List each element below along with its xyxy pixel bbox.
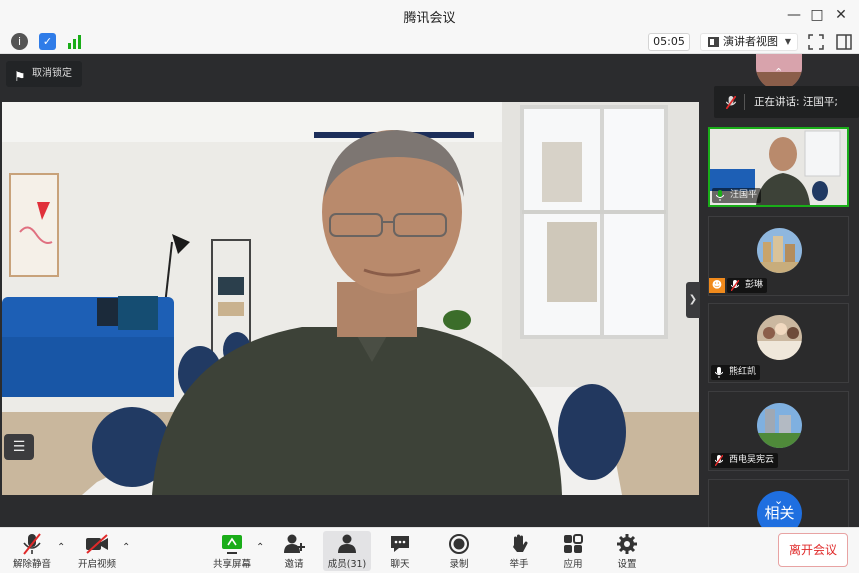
chat-icon [391, 536, 409, 552]
participant-name: 汪国平 [730, 190, 758, 200]
collapse-sidebar-button[interactable]: ❯ [686, 282, 700, 318]
share-screen-icon [222, 535, 242, 554]
speaker-video [2, 102, 699, 495]
chevron-up-icon[interactable]: ⌃ [256, 542, 264, 553]
add-user-icon [284, 534, 305, 553]
members-icon [338, 534, 356, 553]
participant-name: 彭琳 [745, 280, 764, 290]
camera-off-icon [86, 534, 108, 554]
chevron-down-icon: ▼ [784, 37, 791, 46]
participant-name-tag: 西电吴宪云 [711, 453, 779, 468]
window-title: 腾讯会议 [403, 11, 456, 26]
chevron-up-icon[interactable]: ⌃ [774, 66, 783, 79]
microphone-icon [715, 367, 723, 378]
unmute-button[interactable]: 解除静音 [10, 531, 54, 571]
muted-microphone-icon [715, 455, 723, 466]
participant-tile[interactable]: 汪国平 [708, 127, 849, 207]
avatar [757, 403, 802, 448]
divider [744, 94, 745, 110]
participant-name: 熊红凯 [729, 367, 757, 377]
participant-name-tag: 彭琳 [727, 278, 768, 293]
start-video-label: 开启视频 [77, 559, 116, 570]
members-button[interactable]: 成员(31) [323, 531, 371, 571]
participant-tile[interactable]: 西电吴宪云 [708, 391, 849, 471]
record-icon [449, 534, 469, 554]
participant-sidebar[interactable]: ⌃ 汪国平 ☻ 彭琳 熊红凯 西电吴宪云 相关 ⌄ [700, 54, 859, 536]
maximize-button[interactable]: □ [808, 6, 826, 24]
close-button[interactable]: ✕ [832, 6, 850, 24]
unlock-button[interactable]: ⚑ 取消锁定 [6, 61, 82, 87]
participant-tile[interactable]: 相关 ⌄ [708, 479, 849, 536]
invite-label: 邀请 [284, 559, 304, 570]
raise-hand-icon [513, 534, 528, 552]
pin-icon: ⚑ [14, 70, 26, 85]
muted-microphone-icon [731, 280, 739, 291]
participant-name-tag: 熊红凯 [711, 365, 761, 380]
share-screen-button[interactable]: 共享屏幕 [208, 531, 256, 571]
list-menu-icon[interactable]: ☰ [4, 434, 34, 460]
avatar [757, 315, 802, 360]
minimize-button[interactable]: — [785, 6, 803, 24]
participant-tile[interactable]: 熊红凯 [708, 303, 849, 383]
muted-microphone-icon [23, 533, 41, 555]
muted-microphone-icon [726, 96, 736, 109]
signal-strength-icon[interactable] [67, 34, 83, 49]
speaking-indicator: 正在讲话: 汪国平; [714, 86, 859, 118]
apps-button[interactable]: 应用 [557, 531, 589, 571]
apps-icon [564, 534, 583, 553]
record-button[interactable]: 录制 [443, 531, 475, 571]
record-label: 录制 [449, 559, 469, 570]
unmute-label: 解除静音 [12, 559, 51, 570]
layout-icon [708, 37, 719, 47]
chevron-up-icon[interactable]: ⌃ [122, 542, 130, 553]
apps-label: 应用 [563, 559, 583, 570]
meeting-toolbar: i ✓ 05:05 演讲者视图 ▼ [0, 30, 859, 54]
avatar [757, 228, 802, 273]
bottom-control-bar: 解除静音 ⌃ 开启视频 ⌃ 共享屏幕 ⌃ 邀请 成员(31) 聊天 录制 举手 … [0, 527, 859, 573]
fullscreen-icon[interactable] [808, 34, 824, 50]
host-badge-icon: ☻ [709, 278, 725, 293]
participant-name-tag: 汪国平 [712, 188, 762, 203]
leave-meeting-button[interactable]: 离开会议 [778, 533, 848, 567]
chat-label: 聊天 [390, 559, 410, 570]
view-mode-label: 演讲者视图 [723, 35, 778, 48]
settings-label: 设置 [617, 559, 637, 570]
raise-hand-button[interactable]: 举手 [503, 531, 535, 571]
members-label: 成员(31) [327, 559, 367, 570]
participant-tile[interactable]: ☻ 彭琳 [708, 216, 849, 296]
invite-button[interactable]: 邀请 [276, 531, 312, 571]
view-mode-dropdown[interactable]: 演讲者视图 ▼ [700, 33, 798, 51]
security-shield-icon[interactable]: ✓ [39, 33, 56, 50]
settings-button[interactable]: 设置 [611, 531, 643, 571]
speaking-text: 正在讲话: 汪国平; [754, 96, 838, 108]
chevron-down-icon[interactable]: ⌄ [774, 494, 783, 507]
unlock-label: 取消锁定 [32, 68, 72, 79]
main-video-area: ⚑ 取消锁定 ☰ [0, 54, 700, 527]
microphone-icon [716, 190, 724, 201]
info-icon[interactable]: i [11, 33, 28, 50]
sidebar-toggle-icon[interactable] [836, 34, 852, 50]
title-bar: 腾讯会议 — □ ✕ [0, 0, 859, 30]
chat-button[interactable]: 聊天 [384, 531, 416, 571]
chevron-up-icon[interactable]: ⌃ [57, 542, 65, 553]
raise-hand-label: 举手 [509, 559, 529, 570]
start-video-button[interactable]: 开启视频 [72, 531, 122, 571]
gear-icon [617, 534, 637, 554]
participant-name: 西电吴宪云 [729, 455, 775, 465]
meeting-timer: 05:05 [648, 33, 690, 51]
share-screen-label: 共享屏幕 [212, 559, 251, 570]
